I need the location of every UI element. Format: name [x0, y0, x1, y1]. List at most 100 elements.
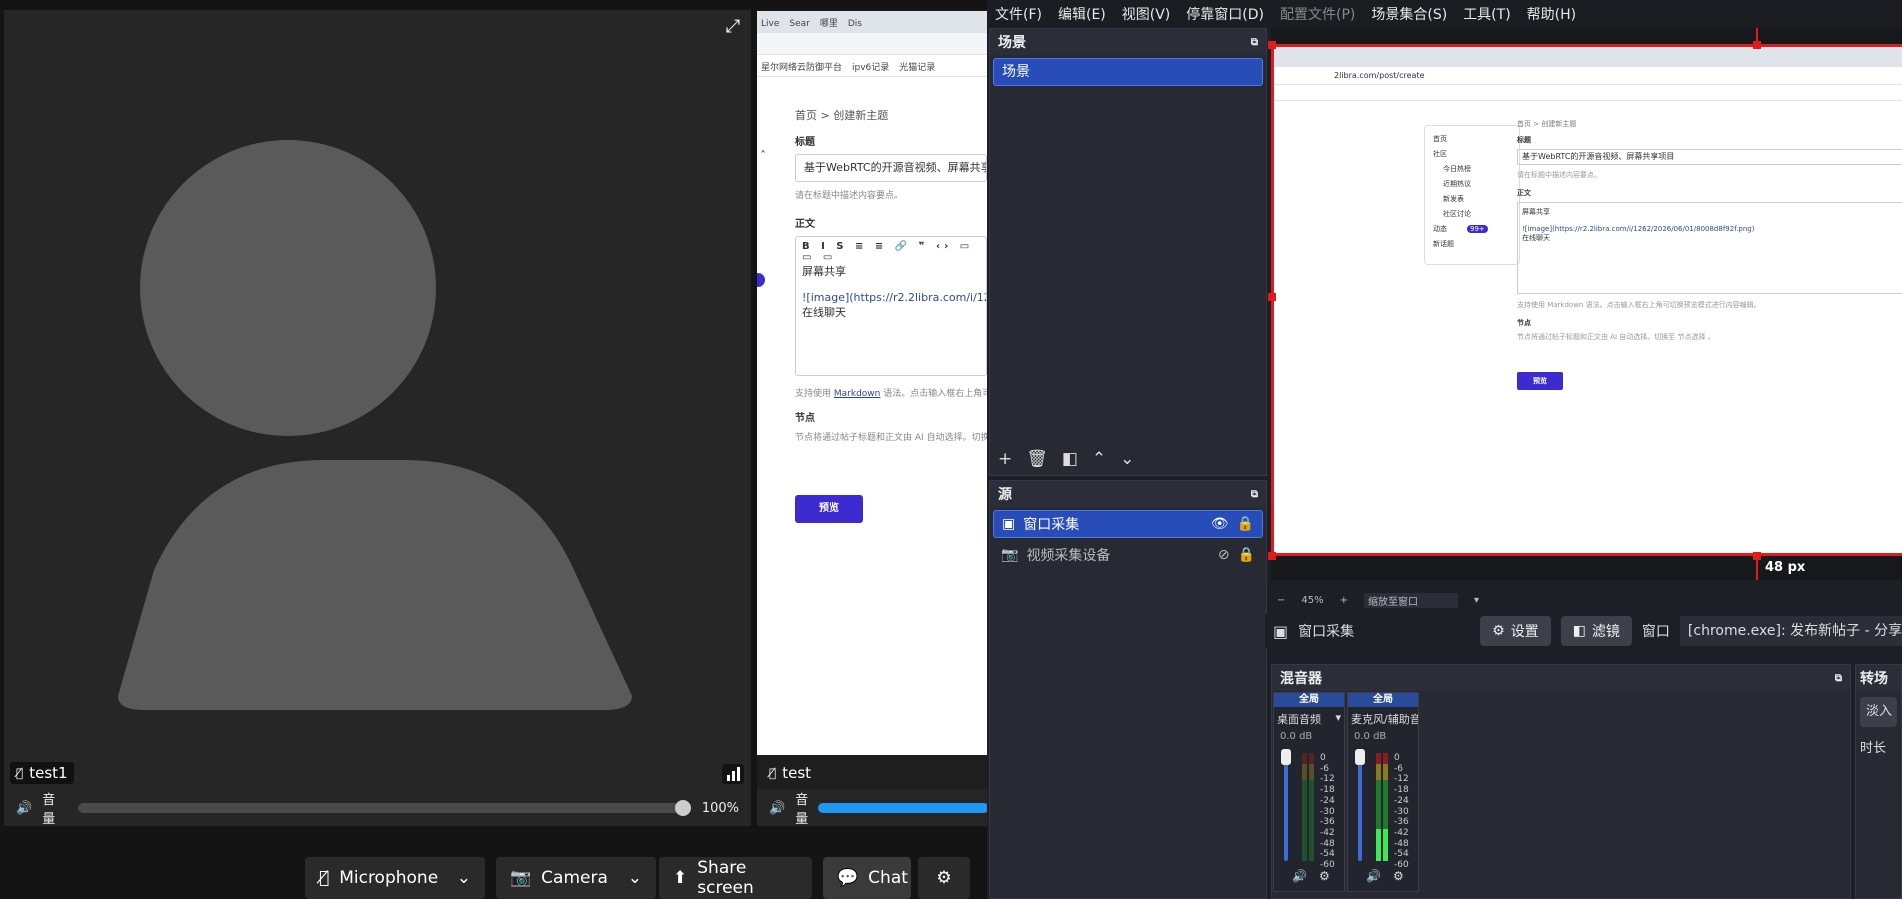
collapse-icon[interactable]: ˆ [760, 149, 766, 163]
mic-muted-icon: 🎙̸ [16, 766, 24, 780]
gear-icon[interactable]: ⚙ [1319, 869, 1330, 883]
markdown-link[interactable]: Markdown [834, 389, 880, 399]
mixer-channel-label: 桌面音频 [1277, 713, 1321, 726]
zoom-bar: − 45% + 缩放至窗口 ▾ [1271, 592, 1902, 608]
browser-tab[interactable]: Dis [848, 19, 862, 29]
preview-sidebar-item: 近期热议 [1443, 180, 1471, 188]
window-icon: ▣ [1273, 621, 1289, 641]
trash-icon[interactable]: 🗑 [1026, 449, 1048, 469]
speaker-icon[interactable]: 🔊 [1292, 869, 1307, 883]
settings-button[interactable]: ⚙ [918, 857, 970, 899]
browser-tab[interactable]: 哪里 [820, 16, 838, 29]
mic-muted-icon: 🎙̸ [769, 766, 777, 780]
volume-fader[interactable] [1281, 749, 1291, 861]
chevron-down-icon[interactable]: ⌄ [457, 868, 471, 888]
mixer-channel-name[interactable]: 麦克风/辅助音频▾ [1348, 707, 1418, 731]
meter-tick: -48 [1320, 838, 1335, 849]
camera-button[interactable]: 📷 Camera ⌄ [496, 857, 656, 899]
share-screen-button[interactable]: ⬆ Share screen [659, 857, 812, 899]
preview-button[interactable]: 预览 [795, 495, 863, 523]
chat-button[interactable]: 💬 Chat [823, 857, 911, 899]
avatar-placeholder-icon [118, 140, 632, 710]
body-editor[interactable]: B I S ≡ ≡ 🔗 ❞ ‹› ▭ ▭ ▭ 屏幕共享 ![image](htt… [795, 236, 987, 376]
volume-fader[interactable] [1355, 749, 1365, 861]
lock-icon[interactable]: 🔒 [1237, 516, 1254, 532]
speaker-icon[interactable]: 🔊 [1366, 869, 1381, 883]
undock-icon[interactable]: ⧉ [1251, 489, 1258, 500]
level-meter-fill [1383, 828, 1388, 861]
menu-item[interactable]: 文件(F) [995, 4, 1042, 24]
add-icon[interactable]: + [998, 449, 1012, 469]
resize-handle[interactable] [1268, 552, 1276, 560]
meter-tick: -18 [1394, 785, 1409, 796]
settings-button[interactable]: ⚙ 设置 [1480, 616, 1551, 646]
eye-hidden-icon[interactable]: ⊘ [1218, 547, 1230, 563]
bookmark-item[interactable]: 星尔网络云防御平台 [761, 60, 842, 73]
browser-tab[interactable]: Sear [789, 19, 809, 29]
volume-slider[interactable] [818, 803, 987, 813]
chevron-down-icon[interactable]: ▾ [1474, 595, 1479, 606]
browser-tab-bar: Live Sear 哪里 Dis [757, 11, 987, 33]
signal-bars-icon[interactable] [722, 764, 744, 784]
filter-icon[interactable]: ◧ [1062, 449, 1078, 469]
microphone-button[interactable]: 🎙̸ Microphone ⌄ [305, 857, 485, 899]
zoom-mode-select[interactable]: 缩放至窗口 [1364, 592, 1459, 608]
title-input[interactable]: 基于WebRTC的开源音视频、屏幕共享功 [795, 154, 987, 182]
window-select[interactable]: [chrome.exe]: 发布新帖子 - 分享你的思 [1679, 616, 1902, 646]
preview-hint: 支持使用 Markdown 语法。点击输入框右上角可切换预览模式进行内容编辑。 [1517, 301, 1761, 309]
menu-item[interactable]: 工具(T) [1463, 4, 1510, 24]
source-item-video-capture[interactable]: 📷 视频采集设备 ⊘ 🔒 [993, 541, 1263, 569]
share-screen-icon: ⬆ [673, 868, 688, 888]
zoom-out-icon[interactable]: − [1277, 595, 1285, 606]
volume-slider[interactable] [77, 800, 691, 816]
chevron-down-icon[interactable]: ⌄ [628, 868, 642, 888]
lock-icon[interactable]: 🔒 [1238, 547, 1255, 563]
distance-label: 48 px [1765, 560, 1806, 575]
participant-name: test1 [29, 764, 68, 782]
source-item-window-capture[interactable]: ▣ 窗口采集 👁 🔒 [993, 510, 1263, 538]
meter-tick: -36 [1394, 817, 1409, 828]
window-label: 窗口 [1641, 624, 1670, 640]
eye-icon[interactable]: 👁 [1211, 516, 1229, 532]
undock-icon[interactable]: ⧉ [1251, 37, 1258, 48]
mixer-channel-name[interactable]: 桌面音频 ▾ [1274, 707, 1344, 731]
resize-handle[interactable] [1268, 293, 1276, 301]
bookmark-item[interactable]: ipv6记录 [852, 60, 889, 73]
bookmark-item[interactable]: 光猫记录 [899, 60, 935, 73]
level-meter [1302, 753, 1307, 861]
shared-browser-screen: Live Sear 哪里 Dis 星尔网络云防御平台 ipv6记录 光猫记录 首页 > 创… [757, 11, 987, 755]
menu-item[interactable]: 场景集合(S) [1371, 4, 1447, 24]
gear-icon[interactable]: ⚙ [1393, 869, 1404, 883]
resize-handle[interactable] [1268, 41, 1276, 49]
meter-tick: -6 [1320, 763, 1329, 774]
volume-slider-knob[interactable] [674, 800, 691, 816]
meter-tick: -6 [1394, 763, 1403, 774]
volume-fader-knob[interactable] [1281, 749, 1291, 765]
meter-tick: -48 [1394, 838, 1409, 849]
preview-sidebar-item: 今日热榜 [1443, 165, 1471, 173]
chevron-up-icon[interactable]: ⌃ [1092, 449, 1106, 469]
gear-icon: ⚙ [936, 868, 952, 888]
obs-preview[interactable]: 2libra.com/post/create 首页 社区 今日热榜 近期热议 新发表 社区… [1268, 28, 1902, 580]
menu-item[interactable]: 帮助(H) [1527, 4, 1576, 24]
chevron-down-icon[interactable]: ▾ [1335, 711, 1341, 727]
filters-button[interactable]: ◧ 滤镜 [1560, 616, 1632, 646]
duration-label: 时长 [1860, 741, 1887, 756]
chevron-down-icon[interactable]: ⌄ [1120, 449, 1134, 469]
preview-title-label: 标题 [1517, 136, 1531, 144]
menu-item[interactable]: 配置文件(P) [1280, 4, 1355, 24]
fullscreen-icon[interactable]: ⤢ [722, 16, 744, 38]
browser-tab[interactable]: Live [761, 19, 779, 29]
resize-handle[interactable] [1753, 41, 1761, 49]
body-line: 在线聊天 [802, 306, 846, 319]
obs-window: 文件(F) 编辑(E) 视图(V) 停靠窗口(D) 配置文件(P) 场景集合(S) 工具(T… [987, 0, 1902, 899]
body-label: 正文 [795, 219, 815, 230]
menu-item[interactable]: 停靠窗口(D) [1186, 4, 1264, 24]
menu-item[interactable]: 编辑(E) [1058, 4, 1106, 24]
undock-icon[interactable]: ⧉ [1835, 673, 1842, 684]
volume-fader-knob[interactable] [1355, 749, 1365, 765]
zoom-in-icon[interactable]: + [1340, 595, 1348, 606]
menu-item[interactable]: 视图(V) [1122, 4, 1171, 24]
transition-select[interactable]: 淡入 [1860, 697, 1897, 727]
scene-item[interactable]: 场景 [993, 58, 1263, 86]
